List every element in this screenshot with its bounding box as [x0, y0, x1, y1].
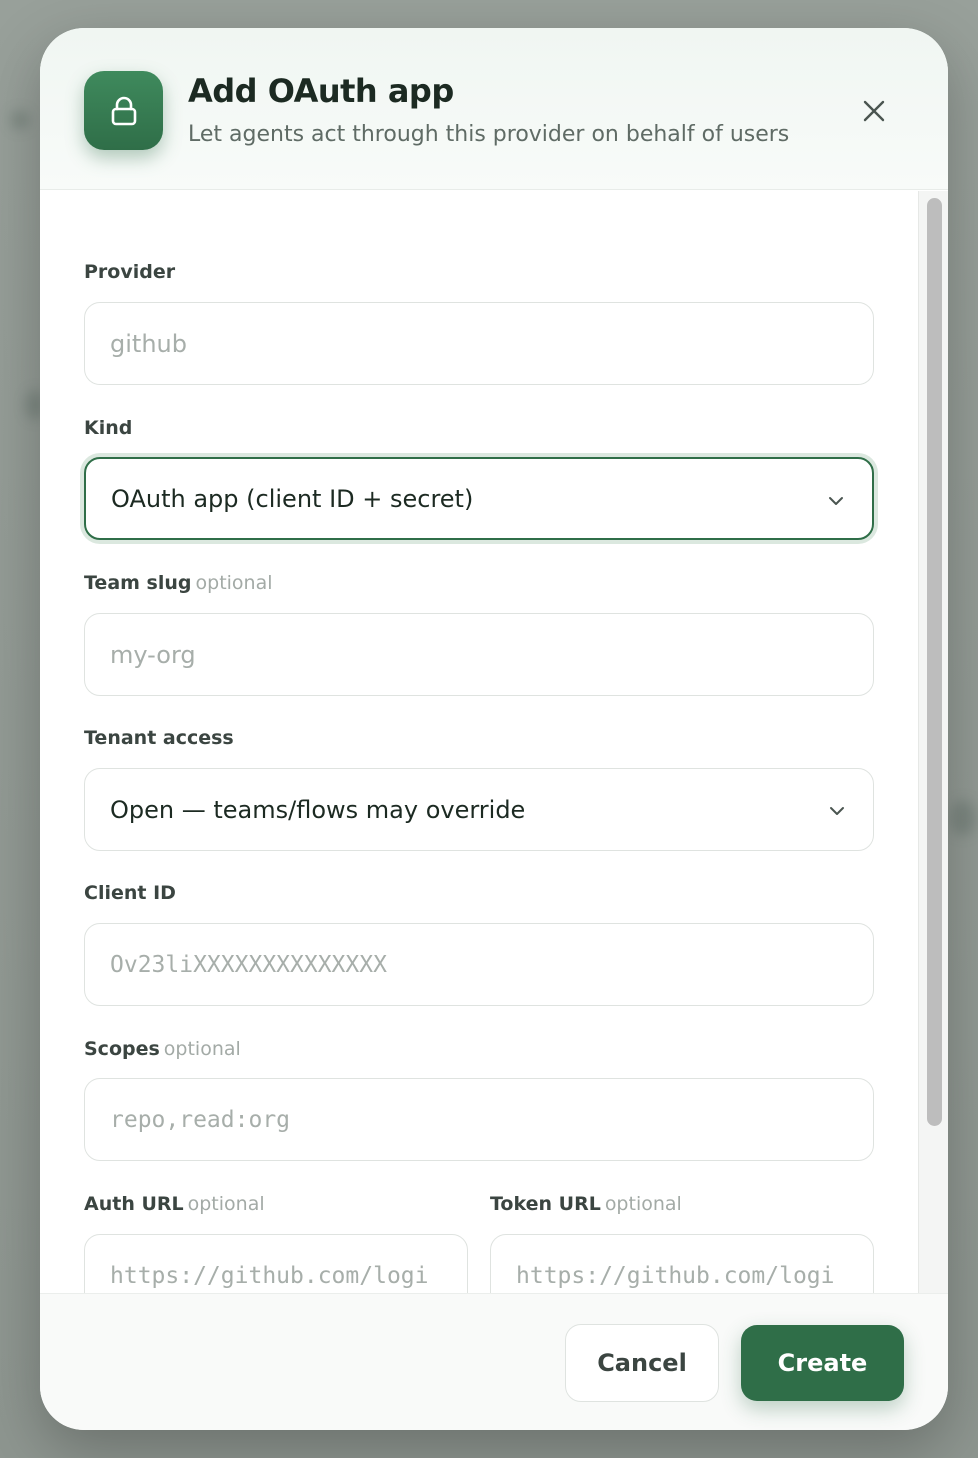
token-url-placeholder: https://github.com/logi	[516, 1262, 835, 1289]
provider-input[interactable]: github	[84, 302, 874, 385]
create-button[interactable]: Create	[741, 1325, 904, 1401]
token-url-label-text: Token URL	[490, 1193, 601, 1215]
auth-url-input[interactable]: https://github.com/logi	[84, 1234, 468, 1293]
client-id-label: Client ID	[84, 882, 176, 904]
add-oauth-app-dialog: Add OAuth app Let agents act through thi…	[40, 28, 948, 1430]
client-id-label-text: Client ID	[84, 882, 176, 904]
tenant-access-label-text: Tenant access	[84, 727, 234, 749]
optional-tag: optional	[604, 1193, 682, 1215]
team-slug-label-text: Team slug	[84, 572, 192, 594]
optional-tag: optional	[195, 572, 273, 594]
provider-label-text: Provider	[84, 261, 176, 283]
dialog-subtitle: Let agents act through this provider on …	[188, 122, 790, 147]
auth-url-label: Auth URL optional	[84, 1193, 265, 1215]
backdrop-shape	[10, 110, 30, 130]
optional-tag: optional	[187, 1193, 265, 1215]
create-button-label: Create	[777, 1349, 868, 1377]
client-id-input[interactable]: Ov23liXXXXXXXXXXXXXX	[84, 923, 874, 1006]
auth-url-label-text: Auth URL	[84, 1193, 184, 1215]
dialog-footer: Cancel Create	[40, 1293, 948, 1430]
cancel-button-label: Cancel	[597, 1349, 687, 1377]
chevron-down-icon	[830, 807, 844, 815]
kind-label-text: Kind	[84, 417, 133, 439]
optional-tag: optional	[163, 1038, 241, 1060]
token-url-input[interactable]: https://github.com/logi	[490, 1234, 874, 1293]
scopes-label: Scopes optional	[84, 1038, 241, 1060]
backdrop-shape	[950, 800, 976, 836]
dialog-header: Add OAuth app Let agents act through thi…	[40, 28, 948, 190]
kind-label: Kind	[84, 417, 132, 439]
scopes-input[interactable]: repo,read:org	[84, 1078, 874, 1161]
scrollbar-thumb[interactable]	[927, 198, 942, 1126]
close-button[interactable]	[858, 95, 890, 127]
close-icon	[863, 100, 885, 122]
provider-placeholder: github	[110, 329, 187, 358]
provider-label: Provider	[84, 261, 175, 283]
tenant-access-label: Tenant access	[84, 727, 234, 749]
team-slug-placeholder: my-org	[110, 640, 196, 669]
kind-selected-value: OAuth app (client ID + secret)	[111, 484, 474, 513]
token-url-label: Token URL optional	[490, 1193, 682, 1215]
dialog-body[interactable]: Provider github Kind OAuth app (client I…	[40, 191, 948, 1293]
scopes-label-text: Scopes	[84, 1038, 160, 1060]
auth-url-placeholder: https://github.com/logi	[110, 1262, 429, 1289]
team-slug-input[interactable]: my-org	[84, 613, 874, 696]
kind-select[interactable]: OAuth app (client ID + secret)	[84, 457, 874, 540]
cancel-button[interactable]: Cancel	[565, 1324, 719, 1402]
scopes-placeholder: repo,read:org	[110, 1106, 291, 1133]
team-slug-label: Team slug optional	[84, 572, 273, 594]
client-id-placeholder: Ov23liXXXXXXXXXXXXXX	[110, 951, 387, 978]
chevron-down-icon	[829, 497, 843, 505]
lock-icon	[84, 71, 163, 150]
tenant-access-select[interactable]: Open — teams/flows may override	[84, 768, 874, 851]
dialog-title: Add OAuth app	[188, 72, 454, 110]
tenant-access-selected-value: Open — teams/flows may override	[110, 795, 526, 824]
